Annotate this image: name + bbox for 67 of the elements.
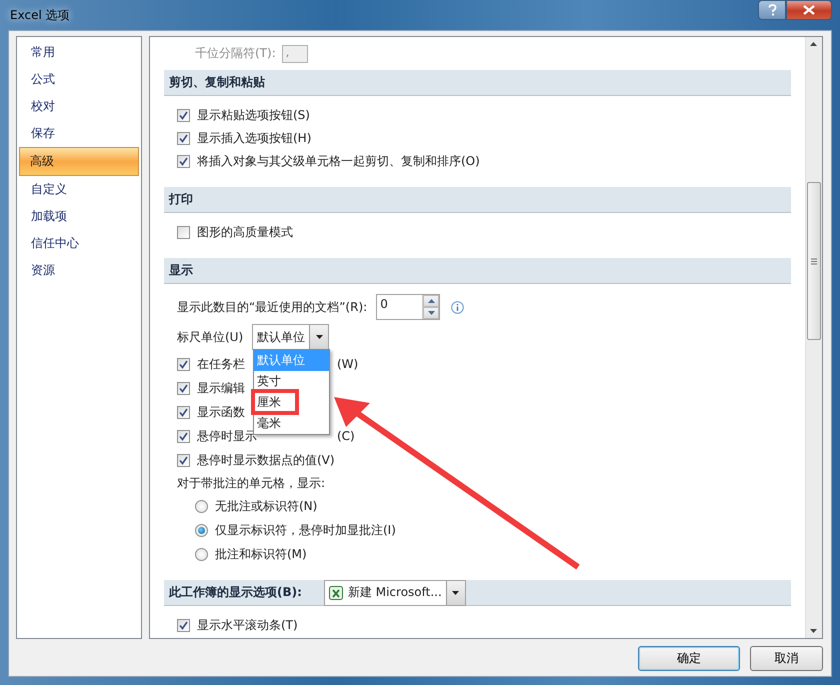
checkbox-label: (C) [337, 429, 355, 443]
group-label: 对于带批注的单元格，显示: [177, 474, 326, 492]
sidebar-item[interactable]: 校对 [19, 93, 139, 120]
checkbox[interactable] [177, 430, 190, 442]
radio-button[interactable] [195, 524, 208, 536]
checkbox[interactable] [177, 406, 190, 418]
scrollbar-thumb[interactable] [807, 182, 821, 340]
sidebar-item[interactable]: 高级 [19, 147, 139, 176]
sidebar-item[interactable]: 自定义 [19, 176, 139, 203]
section-title: 剪切、复制和粘贴 [169, 74, 265, 91]
radio-label: 无批注或标识符(N) [215, 498, 318, 514]
radio-label: 仅显示标识符，悬停时加显批注(I) [215, 522, 396, 538]
help-icon [768, 4, 776, 16]
checkbox[interactable] [177, 155, 190, 168]
section-title: 显示 [169, 262, 193, 279]
help-button[interactable] [758, 0, 786, 20]
number-spinner[interactable]: 0 [376, 294, 440, 320]
window-title: Excel 选项 [9, 6, 70, 24]
field-label: 显示此数目的“最近使用的文档”(R): [177, 298, 368, 316]
dropdown-option[interactable]: 英寸 [254, 371, 330, 392]
section-title: 此工作簿的显示选项(B): [169, 584, 302, 601]
sidebar-item[interactable]: 资源 [19, 257, 139, 284]
checkbox-label: 图形的高质量模式 [197, 224, 293, 241]
info-icon [451, 300, 464, 314]
sidebar-item[interactable]: 常用 [19, 39, 139, 66]
checkbox-label: 在任务栏 [197, 356, 245, 372]
checkbox-label: 显示水平滚动条(T) [197, 617, 298, 634]
radio-button[interactable] [195, 548, 208, 560]
workbook-combo[interactable]: 新建 Microsoft... [324, 580, 466, 606]
checkbox-label: 显示粘贴选项按钮(S) [197, 107, 310, 124]
dropdown-arrow-icon[interactable] [452, 590, 460, 594]
cancel-button[interactable]: 取消 [750, 646, 823, 671]
spreadsheet-icon [328, 586, 343, 600]
field-label: 标尺单位(U) [177, 328, 244, 346]
field-label: 千位分隔符(T): [195, 45, 276, 62]
checkbox[interactable] [177, 619, 190, 632]
checkbox[interactable] [177, 132, 190, 145]
dropdown-arrow-icon[interactable] [316, 335, 323, 339]
sidebar-item[interactable]: 保存 [19, 120, 139, 147]
sidebar-item[interactable]: 公式 [19, 66, 139, 93]
ok-button[interactable]: 确定 [638, 646, 740, 671]
grip-icon [811, 258, 817, 264]
scroll-up-icon[interactable] [810, 42, 817, 46]
close-icon [803, 5, 815, 15]
sidebar-item[interactable]: 加载项 [19, 203, 139, 230]
section-title: 打印 [169, 191, 193, 208]
checkbox-label: (W) [337, 357, 358, 371]
checkbox[interactable] [177, 226, 190, 239]
checkbox[interactable] [177, 109, 190, 122]
sidebar-item[interactable]: 信任中心 [19, 230, 139, 257]
checkbox[interactable] [177, 358, 190, 370]
checkbox-label: 显示插入选项按钮(H) [197, 130, 312, 147]
dropdown-option[interactable]: 毫米 [254, 413, 330, 434]
radio-button[interactable] [195, 500, 208, 512]
checkbox[interactable] [177, 454, 190, 466]
checkbox[interactable] [177, 382, 190, 394]
checkbox-label: 悬停时显示数据点的值(V) [197, 452, 335, 468]
close-button[interactable] [786, 0, 832, 20]
dropdown-option[interactable]: 厘米 [254, 392, 330, 413]
checkbox-label: 显示编辑 [197, 380, 245, 396]
checkbox-label: 将插入对象与其父级单元格一起剪切、复制和排序(O) [197, 153, 480, 170]
up-arrow-icon[interactable] [428, 299, 435, 303]
scroll-down-icon[interactable] [810, 629, 817, 633]
down-arrow-icon[interactable] [428, 311, 435, 315]
checkbox-label: 显示函数 [197, 404, 245, 420]
scrollbar[interactable] [805, 37, 822, 638]
radio-label: 批注和标识符(M) [215, 546, 307, 562]
